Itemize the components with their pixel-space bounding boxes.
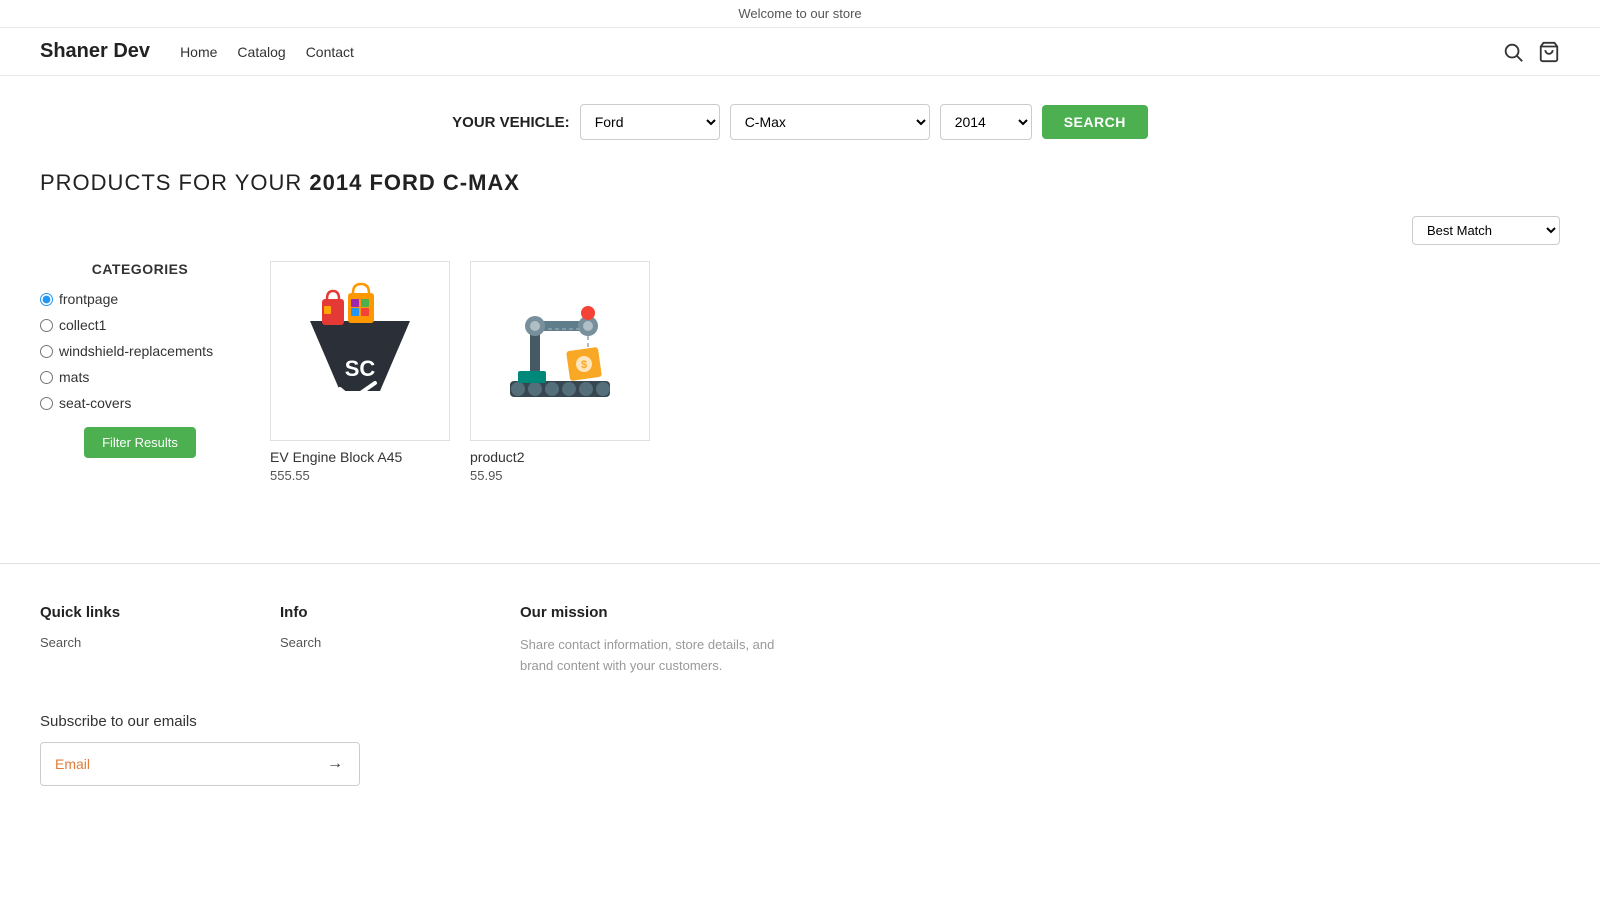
heading-bold: 2014 FORD C-MAX xyxy=(309,170,520,195)
footer-mission-text: Share contact information, store details… xyxy=(520,635,800,677)
site-title[interactable]: Shaner Dev xyxy=(40,40,150,63)
subscribe-arrow-button[interactable]: → xyxy=(311,743,359,785)
category-collect1[interactable]: collect1 xyxy=(40,317,240,333)
category-mats[interactable]: mats xyxy=(40,369,240,385)
footer-col-mission: Our mission Share contact information, s… xyxy=(520,604,800,677)
make-select[interactable]: Ford Chevrolet Toyota Honda xyxy=(580,104,720,140)
search-icon[interactable] xyxy=(1502,41,1524,63)
svg-text:SC: SC xyxy=(345,356,376,381)
announcement-text: Welcome to our store xyxy=(738,6,861,21)
products-layout: CATEGORIES frontpage collect1 windshield… xyxy=(40,261,1560,483)
footer-columns: Quick links Search Info Search Our missi… xyxy=(40,604,1560,677)
footer-quicklinks-title: Quick links xyxy=(40,604,220,621)
products-grid: SC xyxy=(270,261,650,483)
footer-mission-title: Our mission xyxy=(520,604,800,621)
product-image-1: SC xyxy=(270,261,450,441)
subscribe-section: Subscribe to our emails → xyxy=(40,713,1560,786)
footer-quicklinks-search[interactable]: Search xyxy=(40,635,220,650)
products-heading: PRODUCTS FOR YOUR 2014 FORD C-MAX xyxy=(40,170,1560,196)
footer-col-quicklinks: Quick links Search xyxy=(40,604,220,677)
footer-info-search[interactable]: Search xyxy=(280,635,460,650)
footer: Quick links Search Info Search Our missi… xyxy=(0,564,1600,806)
product-2-name: product2 xyxy=(470,449,650,465)
category-windshield[interactable]: windshield-replacements xyxy=(40,343,240,359)
product-image-2: $ xyxy=(470,261,650,441)
email-input[interactable] xyxy=(41,744,311,784)
product-card-2[interactable]: $ product2 55.95 xyxy=(470,261,650,483)
product-card[interactable]: SC xyxy=(270,261,450,483)
sort-row: Best Match Price: Low to High Price: Hig… xyxy=(40,216,1560,245)
header-icons xyxy=(1502,41,1560,63)
category-frontpage[interactable]: frontpage xyxy=(40,291,240,307)
product-2-price: 55.95 xyxy=(470,468,650,483)
header: Shaner Dev Home Catalog Contact xyxy=(0,28,1600,76)
vehicle-selector: YOUR VEHICLE: Ford Chevrolet Toyota Hond… xyxy=(0,76,1600,160)
svg-text:$: $ xyxy=(581,359,587,371)
filter-results-button[interactable]: Filter Results xyxy=(84,427,196,458)
subscribe-title: Subscribe to our emails xyxy=(40,713,1560,730)
categories-title: CATEGORIES xyxy=(40,261,240,277)
footer-col-info: Info Search xyxy=(280,604,460,677)
nav-contact[interactable]: Contact xyxy=(306,44,354,60)
nav-home[interactable]: Home xyxy=(180,44,217,60)
nav-catalog[interactable]: Catalog xyxy=(237,44,285,60)
heading-prefix: PRODUCTS FOR YOUR xyxy=(40,170,309,195)
header-left: Shaner Dev Home Catalog Contact xyxy=(40,40,354,63)
vehicle-label: YOUR VEHICLE: xyxy=(452,114,570,131)
product-1-name: EV Engine Block A45 xyxy=(270,449,450,465)
sidebar: CATEGORIES frontpage collect1 windshield… xyxy=(40,261,240,458)
announcement-bar: Welcome to our store xyxy=(0,0,1600,28)
main-content: PRODUCTS FOR YOUR 2014 FORD C-MAX Best M… xyxy=(0,160,1600,523)
category-seat-covers[interactable]: seat-covers xyxy=(40,395,240,411)
nav: Home Catalog Contact xyxy=(180,44,354,60)
subscribe-form: → xyxy=(40,742,360,786)
sort-select[interactable]: Best Match Price: Low to High Price: Hig… xyxy=(1412,216,1560,245)
footer-info-title: Info xyxy=(280,604,460,621)
product-1-price: 555.55 xyxy=(270,468,450,483)
vehicle-search-button[interactable]: SEARCH xyxy=(1042,105,1148,139)
cart-icon[interactable] xyxy=(1538,41,1560,63)
model-select[interactable]: C-Max Mustang F-150 Explorer xyxy=(730,104,930,140)
year-select[interactable]: 2014 2015 2016 2013 xyxy=(940,104,1032,140)
